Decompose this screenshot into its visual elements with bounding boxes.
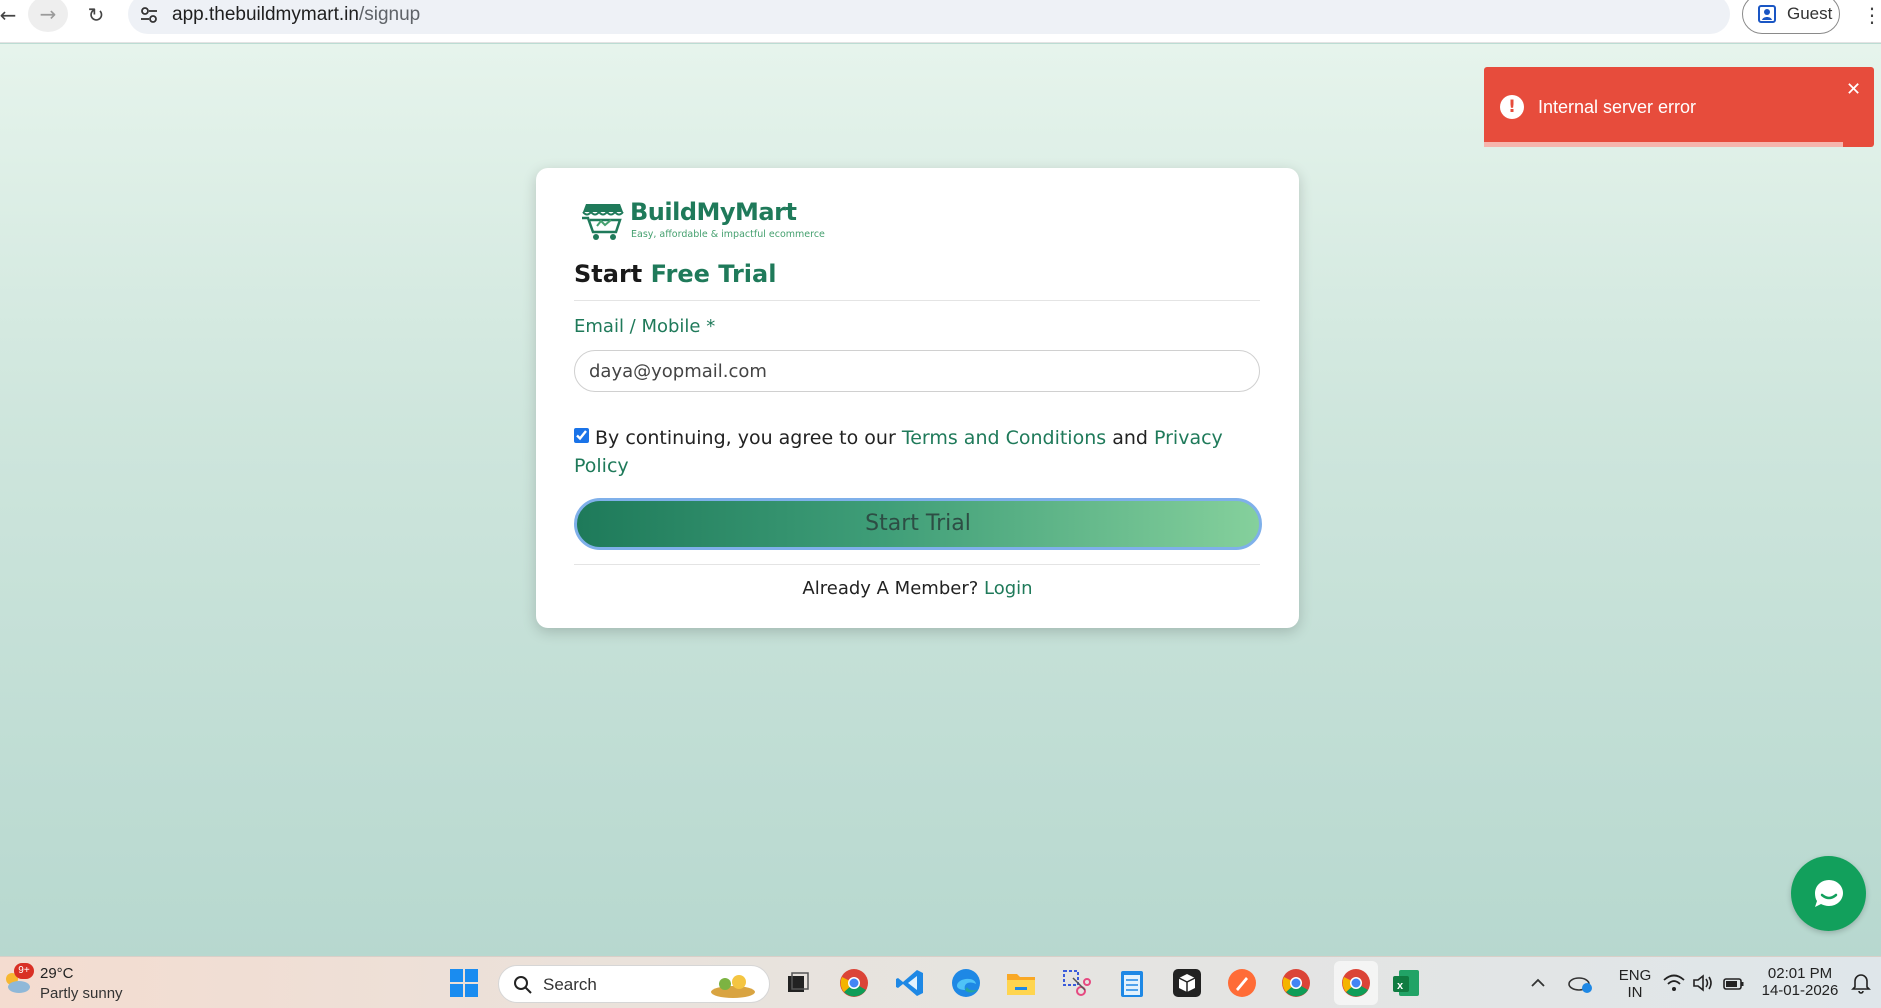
volume-icon[interactable] [1688,967,1720,999]
notepad-icon[interactable] [1116,967,1148,999]
start-trial-button[interactable]: Start Trial [574,498,1262,550]
search-placeholder: Search [543,975,597,994]
file-explorer-icon[interactable] [1005,967,1037,999]
profile-icon [1758,5,1776,23]
site-info-icon[interactable] [138,4,160,26]
brand-tagline: Easy, affordable & impactful ecommerce [631,229,825,240]
close-icon[interactable]: ✕ [1846,79,1861,100]
edge-icon[interactable] [950,967,982,999]
app-cube-icon[interactable] [1171,967,1203,999]
clock-date: 14-01-2026 [1761,982,1839,999]
clock[interactable]: 02:01 PM 14-01-2026 [1750,965,1850,999]
profile-label: Guest [1787,4,1833,23]
vscode-icon[interactable] [894,967,926,999]
page-background: BuildMyMart Easy, affordable & impactful… [0,44,1881,956]
weather-badge: 9+ [14,963,34,979]
divider [574,564,1260,565]
consent-prefix: By continuing, you agree to our [595,427,896,449]
chrome-icon-2[interactable] [1280,967,1312,999]
member-prompt-row: Already A Member? Login [536,578,1299,599]
search-highlight-icon [711,975,755,998]
title-accent: Free Trial [650,260,777,288]
snipping-tool-icon[interactable] [1060,967,1092,999]
profile-button[interactable]: Guest [1742,0,1840,34]
chevron-up-icon[interactable] [1522,967,1554,999]
lang-line1: ENG [1618,967,1652,984]
browser-menu-icon[interactable]: ⋮ [1862,2,1881,28]
cart-store-icon [582,204,624,240]
terms-link[interactable]: Terms and Conditions [902,427,1106,449]
consent-checkbox[interactable] [574,428,589,443]
forward-icon[interactable]: → [28,0,68,32]
search-icon [514,976,532,994]
member-prompt: Already A Member? [802,578,979,599]
lang-line2: IN [1627,984,1643,1001]
taskbar-search[interactable]: Search [498,965,770,1003]
notification-bell-icon[interactable] [1848,967,1874,999]
consent-text: By continuing, you agree to our Terms an… [574,424,1254,480]
language-indicator[interactable]: ENG IN [1612,967,1658,1001]
excel-icon[interactable]: x [1390,967,1422,999]
title-prefix: Start [574,260,643,288]
chat-icon [1814,879,1843,907]
chat-widget-button[interactable] [1791,856,1866,931]
url-path: /signup [358,4,421,25]
chrome-icon[interactable] [838,967,870,999]
windows-taskbar: 9+ 29°C Partly sunny Search x ENG IN 02:0… [0,956,1881,1008]
address-bar[interactable]: app.thebuildmymart.in/signup [128,0,1730,34]
signup-card: BuildMyMart Easy, affordable & impactful… [536,168,1299,628]
error-icon: ! [1500,95,1524,119]
login-link[interactable]: Login [984,578,1033,599]
postman-icon[interactable] [1226,967,1258,999]
toast-progress-bar [1484,142,1843,147]
divider [574,300,1260,301]
weather-desc[interactable]: Partly sunny [40,985,123,1002]
windows-start-icon[interactable] [448,967,480,999]
weather-temp[interactable]: 29°C [40,965,74,982]
consent-and: and [1112,427,1148,449]
onedrive-icon[interactable] [1564,967,1596,999]
browser-toolbar: ← → ↻ app.thebuildmymart.in/signup Guest… [0,0,1881,43]
chrome-icon-active[interactable] [1334,961,1378,1005]
email-field[interactable] [574,350,1260,392]
brand-logo: BuildMyMart Easy, affordable & impactful… [580,198,825,248]
url-host: app.thebuildmymart.in [172,4,359,25]
back-icon[interactable]: ← [0,0,28,30]
battery-icon[interactable] [1718,967,1750,999]
svg-text:x: x [1397,980,1404,992]
clock-time: 02:01 PM [1767,965,1833,982]
url-text[interactable]: app.thebuildmymart.in/signup [172,4,420,26]
reload-icon[interactable]: ↻ [76,0,116,30]
toast-message: Internal server error [1538,97,1697,117]
brand-name: BuildMyMart [630,198,797,226]
task-view-icon[interactable] [782,967,814,999]
wifi-icon[interactable] [1658,967,1690,999]
page-title: Start Free Trial [574,260,776,288]
email-label: Email / Mobile * [574,316,716,337]
error-toast: ! Internal server error ✕ [1484,67,1874,147]
